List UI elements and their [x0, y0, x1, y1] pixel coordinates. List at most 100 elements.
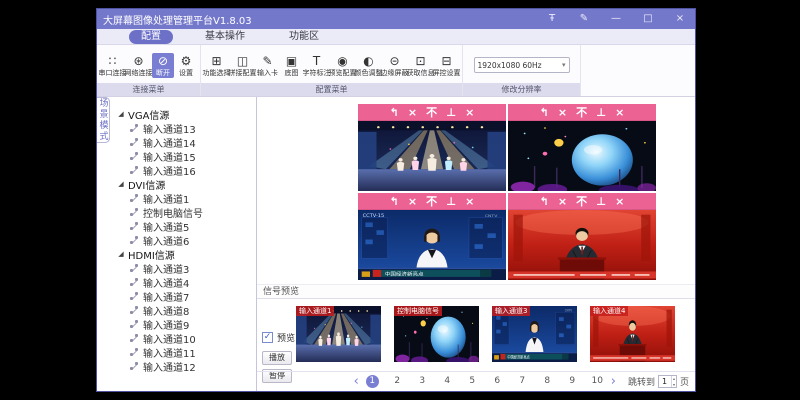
- edge-mask-button[interactable]: ⊝ 边缘屏蔽: [382, 53, 407, 78]
- screen-control-button[interactable]: ⊟ 屏控设置: [434, 53, 459, 78]
- undo-arrow-icon[interactable]: ↰: [540, 105, 549, 120]
- ground-icon[interactable]: ⊥: [596, 194, 606, 209]
- tree-channel-row[interactable]: 输入通道15: [117, 149, 256, 163]
- page-number[interactable]: 6: [491, 375, 504, 388]
- page-number[interactable]: 2: [391, 375, 404, 388]
- video-window[interactable]: ↰ × 不 ⊥ ×: [508, 193, 656, 280]
- page-number[interactable]: 1: [366, 375, 379, 388]
- close-icon-2[interactable]: ×: [465, 194, 474, 209]
- settings-button[interactable]: ⚙ 设置: [175, 53, 197, 78]
- toolbar-button-label: 网络连接: [125, 69, 153, 77]
- ground-icon[interactable]: ⊥: [596, 105, 606, 120]
- video-window[interactable]: ↰ × 不 ⊥ ×: [358, 104, 506, 191]
- tree-group-row[interactable]: ◢ DVI信源: [117, 177, 256, 191]
- minimize-icon[interactable]: —: [607, 10, 625, 28]
- page-number[interactable]: 3: [416, 375, 429, 388]
- video-window[interactable]: ↰ × 不 ⊥ ×: [508, 104, 656, 191]
- bu-character-icon[interactable]: 不: [576, 194, 587, 209]
- page-number[interactable]: 8: [541, 375, 554, 388]
- toolbar-button-label: 底图: [285, 69, 299, 77]
- signal-thumbnail[interactable]: 输入通道1: [296, 306, 381, 362]
- page-number[interactable]: 5: [466, 375, 479, 388]
- bu-character-icon[interactable]: 不: [426, 194, 437, 209]
- base-image-button[interactable]: ▣ 底图: [280, 53, 303, 78]
- signal-thumbnail[interactable]: 控制电脑信号: [394, 306, 479, 362]
- tree-channel-row[interactable]: 输入通道13: [117, 121, 256, 135]
- pin-icon[interactable]: Ŧ: [543, 10, 561, 28]
- ribbon-tab[interactable]: 配置: [129, 30, 173, 44]
- get-info-button[interactable]: ⊡ 获取信息: [408, 53, 433, 78]
- toolbar-button-label: 输入卡: [257, 69, 278, 77]
- bu-character-icon[interactable]: 不: [426, 105, 437, 120]
- play-button[interactable]: 播放: [262, 351, 292, 365]
- preview-checkbox[interactable]: ✓: [262, 332, 273, 343]
- tree-channel-row[interactable]: 输入通道16: [117, 163, 256, 177]
- toolbar-button-icon: ∷: [109, 54, 117, 69]
- page-number[interactable]: 10: [591, 375, 604, 388]
- ground-icon[interactable]: ⊥: [446, 105, 456, 120]
- close-icon[interactable]: ×: [408, 105, 417, 120]
- expand-arrow-icon[interactable]: ◢: [117, 110, 125, 118]
- link-icon: [130, 347, 140, 357]
- theme-icon[interactable]: ✎: [575, 10, 593, 28]
- tree-channel-row[interactable]: 输入通道10: [117, 331, 256, 345]
- expand-arrow-icon[interactable]: ◢: [117, 180, 125, 188]
- tree-channel-row[interactable]: 输入通道9: [117, 317, 256, 331]
- ground-icon[interactable]: ⊥: [446, 194, 456, 209]
- sidebar-vertical-tab[interactable]: 场景模式: [97, 97, 110, 143]
- tree-channel-row[interactable]: 输入通道4: [117, 275, 256, 289]
- input-card-button[interactable]: ✎ 输入卡: [256, 53, 279, 78]
- tree-channel-row[interactable]: 输入通道5: [117, 219, 256, 233]
- close-icon[interactable]: ×: [408, 194, 417, 209]
- preview-config-button[interactable]: ◉ 预览配置: [330, 53, 355, 78]
- splice-config-button[interactable]: ◫ 拼接配置: [230, 53, 255, 78]
- tree-channel-row[interactable]: 输入通道8: [117, 303, 256, 317]
- toolbar-button-label: 拼接配置: [229, 69, 257, 77]
- close-icon[interactable]: ×: [558, 105, 567, 120]
- signal-thumbnail[interactable]: 输入通道4: [590, 306, 675, 362]
- text-annotation-button[interactable]: T 字符标注: [304, 53, 329, 78]
- signal-thumbnail[interactable]: 输入通道3: [492, 306, 577, 362]
- tree-channel-row[interactable]: 输入通道14: [117, 135, 256, 149]
- tree-group-row[interactable]: ◢ HDMI信源: [117, 247, 256, 261]
- serial-connect-button[interactable]: ∷ 串口连接: [100, 53, 125, 78]
- resolution-dropdown[interactable]: 1920x1080 60Hz ▾: [474, 57, 570, 73]
- close-icon-2[interactable]: ×: [615, 194, 624, 209]
- page-number[interactable]: 9: [566, 375, 579, 388]
- tree-channel-row[interactable]: 输入通道12: [117, 359, 256, 373]
- tree-channel-row[interactable]: 输入通道7: [117, 289, 256, 303]
- close-icon[interactable]: ×: [558, 194, 567, 209]
- undo-arrow-icon[interactable]: ↰: [390, 105, 399, 120]
- tree-group-row[interactable]: ◢ VGA信源: [117, 107, 256, 121]
- close-icon-2[interactable]: ×: [615, 105, 624, 120]
- next-page-icon[interactable]: ›: [611, 375, 616, 388]
- page-number[interactable]: 7: [516, 375, 529, 388]
- close-icon[interactable]: ×: [671, 10, 689, 28]
- page-number[interactable]: 4: [441, 375, 454, 388]
- tree-channel-row[interactable]: 输入通道1: [117, 191, 256, 205]
- tree-channel-row[interactable]: 控制电脑信号: [117, 205, 256, 219]
- link-icon: [130, 193, 140, 203]
- video-window[interactable]: ↰ × 不 ⊥ ×: [358, 193, 506, 280]
- maximize-icon[interactable]: □: [639, 10, 657, 28]
- bu-character-icon[interactable]: 不: [576, 105, 587, 120]
- close-icon-2[interactable]: ×: [465, 105, 474, 120]
- video-preview-image: [358, 210, 506, 280]
- expand-arrow-icon[interactable]: ◢: [117, 250, 125, 258]
- undo-arrow-icon[interactable]: ↰: [390, 194, 399, 209]
- tree-channel-row[interactable]: 输入通道11: [117, 345, 256, 359]
- toolbar-button-label: 屏控设置: [433, 69, 461, 77]
- page-number-input[interactable]: 1 ▴ ▾: [658, 375, 677, 388]
- prev-page-icon[interactable]: ‹: [354, 375, 359, 388]
- undo-arrow-icon[interactable]: ↰: [540, 194, 549, 209]
- ribbon-tab[interactable]: 基本操作: [193, 30, 257, 44]
- tree-channel-row[interactable]: 输入通道6: [117, 233, 256, 247]
- color-adjust-button[interactable]: ◐ 颜色调整: [356, 53, 381, 78]
- function-select-button[interactable]: ⊞ 功能选择: [204, 53, 229, 78]
- ribbon-tab[interactable]: 功能区: [277, 30, 331, 44]
- spinner-down-icon[interactable]: ▾: [673, 382, 675, 388]
- spinner-arrows[interactable]: ▴ ▾: [671, 376, 676, 387]
- disconnect-button[interactable]: ⊘ 断开: [152, 53, 174, 78]
- tree-channel-row[interactable]: 输入通道3: [117, 261, 256, 275]
- network-connect-button[interactable]: ⊛ 网络连接: [126, 53, 151, 78]
